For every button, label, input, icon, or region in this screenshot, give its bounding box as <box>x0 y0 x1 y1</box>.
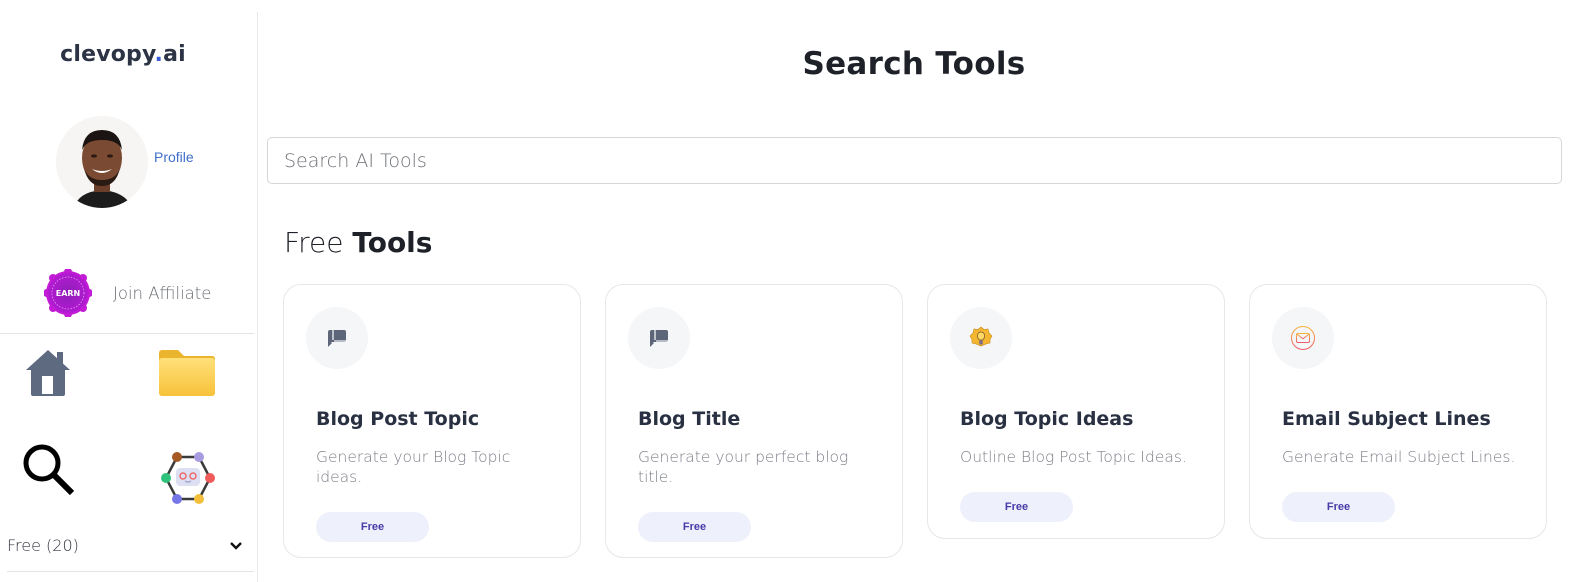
plan-select[interactable]: Free (20) <box>7 536 243 555</box>
earn-badge-text: EARN <box>56 289 81 298</box>
avatar-photo <box>56 116 148 208</box>
search-icon[interactable] <box>22 443 76 497</box>
blog-book-icon <box>650 329 668 347</box>
tool-card-email-subject-lines[interactable]: Email Subject Lines Generate Email Subje… <box>1249 284 1547 539</box>
sidebar: clevopy.ai Profile EARN Join Affiliate F… <box>0 12 258 582</box>
card-icon-wrap <box>950 307 1012 369</box>
tool-card-blog-title[interactable]: Blog Title Generate your perfect blog ti… <box>605 284 903 558</box>
sidebar-divider <box>0 333 254 334</box>
email-icon <box>1291 326 1315 350</box>
search-input[interactable] <box>267 137 1562 184</box>
tool-card-blog-topic-ideas[interactable]: Blog Topic Ideas Outline Blog Post Topic… <box>927 284 1225 539</box>
card-icon-wrap <box>628 307 690 369</box>
sidebar-bottom-divider <box>7 571 254 572</box>
join-affiliate-link[interactable]: EARN Join Affiliate <box>44 269 211 317</box>
logo-dot: . <box>154 42 164 67</box>
profile-link[interactable]: Profile <box>154 149 194 165</box>
avatar[interactable] <box>56 116 148 208</box>
free-badge: Free <box>638 512 751 542</box>
ai-robot-icon[interactable] <box>158 452 218 508</box>
logo-suffix: ai <box>163 42 186 67</box>
earn-badge-icon: EARN <box>44 269 92 317</box>
card-title: Email Subject Lines <box>1282 408 1491 430</box>
folder-icon[interactable] <box>158 349 216 397</box>
section-title-light: Free <box>284 226 353 259</box>
tool-card-blog-post-topic[interactable]: Blog Post Topic Generate your Blog Topic… <box>283 284 581 558</box>
plan-select-value: Free (20) <box>7 536 79 555</box>
join-affiliate-label: Join Affiliate <box>113 283 212 303</box>
free-badge: Free <box>960 492 1073 522</box>
page-title: Search Tools <box>802 46 1026 82</box>
free-badge: Free <box>1282 492 1395 522</box>
card-description: Outline Blog Post Topic Ideas. <box>960 448 1187 466</box>
card-icon-wrap <box>306 307 368 369</box>
section-title-bold: Tools <box>352 226 433 259</box>
logo[interactable]: clevopy.ai <box>0 42 246 67</box>
card-icon-wrap <box>1272 307 1334 369</box>
card-description: Generate your perfect blog title. <box>638 448 849 486</box>
card-description: Generate Email Subject Lines. <box>1282 448 1516 466</box>
home-icon[interactable] <box>24 348 72 396</box>
lightbulb-icon <box>969 326 993 347</box>
blog-book-icon <box>328 329 346 347</box>
card-title: Blog Topic Ideas <box>960 408 1134 430</box>
free-badge: Free <box>316 512 429 542</box>
card-title: Blog Title <box>638 408 741 430</box>
logo-text: clevopy <box>60 42 155 67</box>
chevron-down-icon <box>230 541 242 550</box>
section-title: Free Tools <box>284 226 432 259</box>
card-title: Blog Post Topic <box>316 408 480 430</box>
card-description: Generate your Blog Topic ideas. <box>316 448 511 486</box>
